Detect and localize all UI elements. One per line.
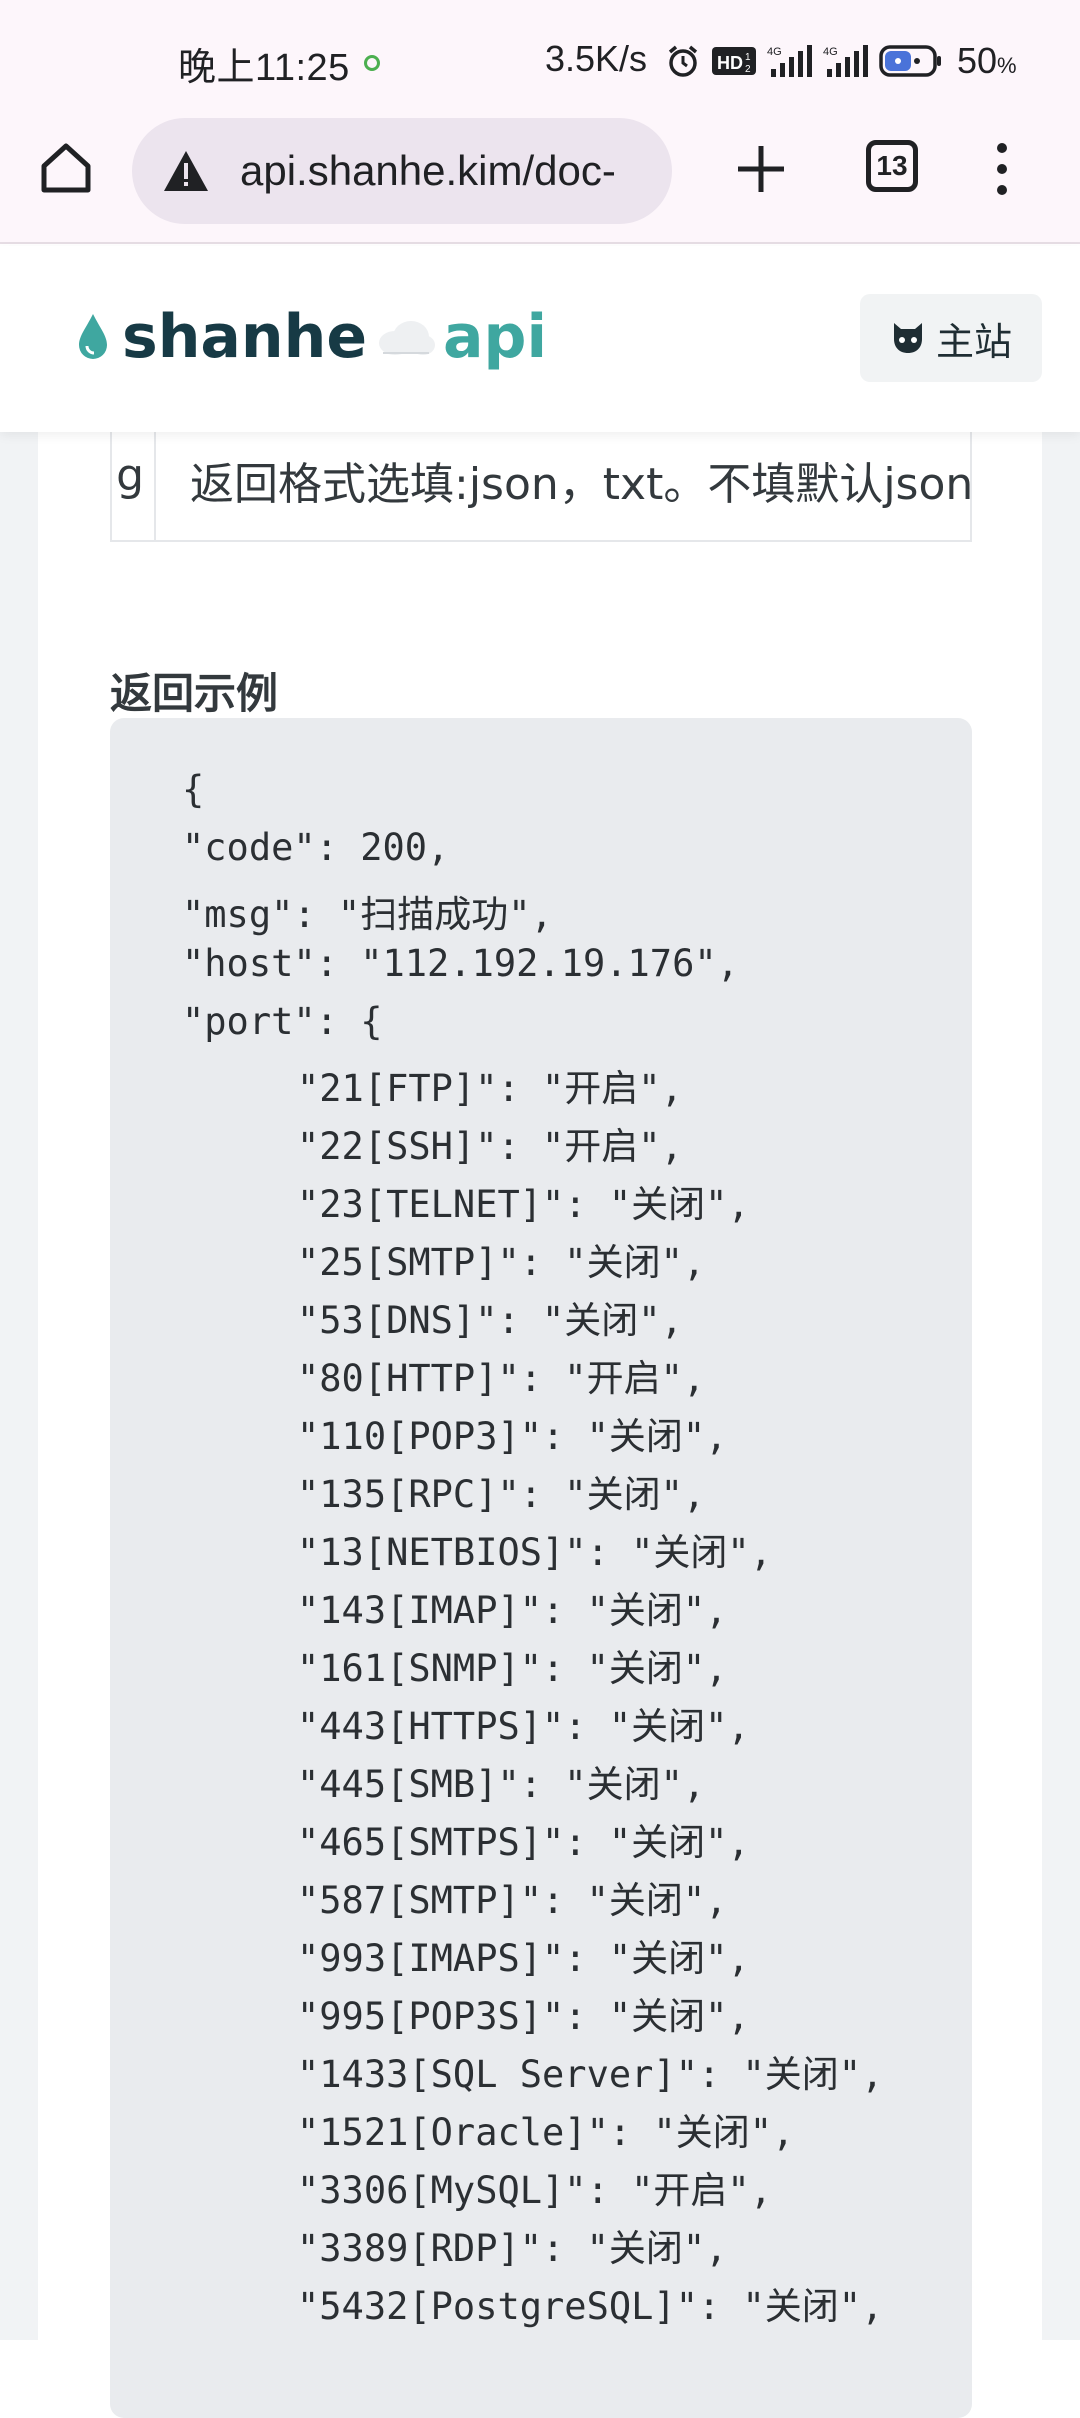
browser-toolbar: api.shanhe.kim/doc- 13	[0, 118, 1080, 244]
code-line: "23[TELNET]": "关闭",	[297, 1183, 750, 1226]
code-line: "21[FTP]": "开启",	[297, 1067, 683, 1110]
param-name: g	[116, 450, 144, 501]
status-icons: HD 1 2 4G 4G 50%	[665, 40, 1017, 82]
param-name-cell: g	[112, 432, 156, 540]
code-line: "13[NETBIOS]": "关闭",	[297, 1531, 772, 1574]
code-line: {	[182, 768, 205, 811]
code-line: "22[SSH]": "开启",	[297, 1125, 683, 1168]
battery-icon	[879, 45, 941, 77]
code-line: "143[IMAP]": "关闭",	[297, 1589, 728, 1632]
more-menu-icon[interactable]	[990, 142, 1014, 196]
svg-text:4G: 4G	[767, 46, 782, 58]
warning-icon[interactable]	[162, 149, 210, 193]
svg-text:HD: HD	[717, 53, 743, 73]
site-logo[interactable]: shanhe api	[76, 302, 547, 372]
brand-suffix: api	[443, 302, 548, 372]
code-line: "445[SMB]": "关闭",	[297, 1763, 706, 1806]
code-line: "port": {	[182, 1000, 383, 1043]
param-description: 返回格式选填:json，txt。不填默认json	[190, 459, 972, 510]
example-title: 返回示例	[110, 669, 279, 718]
new-tab-icon[interactable]	[734, 142, 788, 196]
svg-text:2: 2	[745, 64, 751, 75]
code-line: "code": 200,	[182, 826, 450, 869]
code-line: "995[POP3S]": "关闭",	[297, 1995, 750, 2038]
tab-switcher-button[interactable]: 13	[866, 140, 918, 192]
code-line: "msg": "扫描成功",	[182, 893, 553, 936]
battery-level: 50%	[957, 40, 1017, 81]
address-bar[interactable]: api.shanhe.kim/doc-	[132, 118, 672, 224]
cloud-icon	[379, 321, 436, 355]
hd-icon: HD 1 2	[712, 47, 756, 75]
url-text[interactable]: api.shanhe.kim/doc-	[240, 147, 616, 195]
water-drop-icon	[79, 314, 107, 359]
code-line: "161[SNMP]": "关闭",	[297, 1647, 728, 1690]
main-site-label: 主站	[935, 319, 1012, 364]
status-time: 晚上11:25	[178, 47, 350, 89]
code-line: "53[DNS]": "关闭",	[297, 1299, 683, 1342]
main-site-button[interactable]: 主站	[860, 294, 1042, 382]
code-line: "1433[SQL Server]": "关闭",	[297, 2053, 884, 2096]
notification-icon	[364, 55, 380, 71]
code-line: "993[IMAPS]": "关闭",	[297, 1937, 750, 1980]
code-line: "110[POP3]": "关闭",	[297, 1415, 728, 1458]
code-line: "3389[RDP]": "关闭",	[297, 2227, 728, 2270]
svg-text:4G: 4G	[823, 46, 838, 58]
code-line: "80[HTTP]": "开启",	[297, 1357, 706, 1400]
code-line: "5432[PostgreSQL]": "关闭",	[297, 2285, 884, 2328]
code-line: "25[SMTP]": "关闭",	[297, 1241, 706, 1284]
site-header: shanhe api 主站	[0, 246, 1080, 432]
status-bar: 晚上11:25 3.5K/s HD 1 2 4G 4G 50%	[0, 0, 1080, 118]
code-line: "135[RPC]": "关闭",	[297, 1473, 706, 1516]
brand-name: shanhe	[122, 302, 368, 372]
network-speed: 3.5K/s	[545, 38, 648, 79]
params-table: g 返回格式选填:json，txt。不填默认json	[110, 432, 972, 542]
signal-4g-icon: 4G	[767, 45, 812, 77]
alarm-icon	[668, 45, 698, 77]
code-line: "host": "112.192.19.176",	[182, 942, 739, 985]
code-line: "465[SMTPS]": "关闭",	[297, 1821, 750, 1864]
code-line: "1521[Oracle]": "关闭",	[297, 2111, 795, 2154]
code-line: "587[SMTP]": "关闭",	[297, 1879, 728, 1922]
example-code-block: { "code": 200, "msg": "扫描成功", "host": "112.…	[110, 718, 972, 2418]
svg-text:1: 1	[745, 52, 751, 63]
tab-count: 13	[876, 150, 908, 181]
code-line: "443[HTTPS]": "关闭",	[297, 1705, 750, 1748]
home-icon[interactable]	[38, 140, 94, 196]
github-cat-icon	[893, 323, 922, 353]
code-line: "3306[MySQL]": "开启",	[297, 2169, 772, 2212]
signal-4g-icon: 4G	[823, 45, 868, 77]
